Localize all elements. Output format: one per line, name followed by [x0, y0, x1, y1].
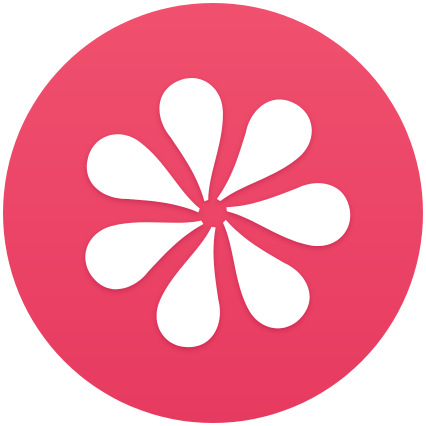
icon-background-circle — [3, 3, 423, 423]
app-icon — [0, 0, 426, 426]
pinwheel-logo-icon — [3, 3, 423, 423]
